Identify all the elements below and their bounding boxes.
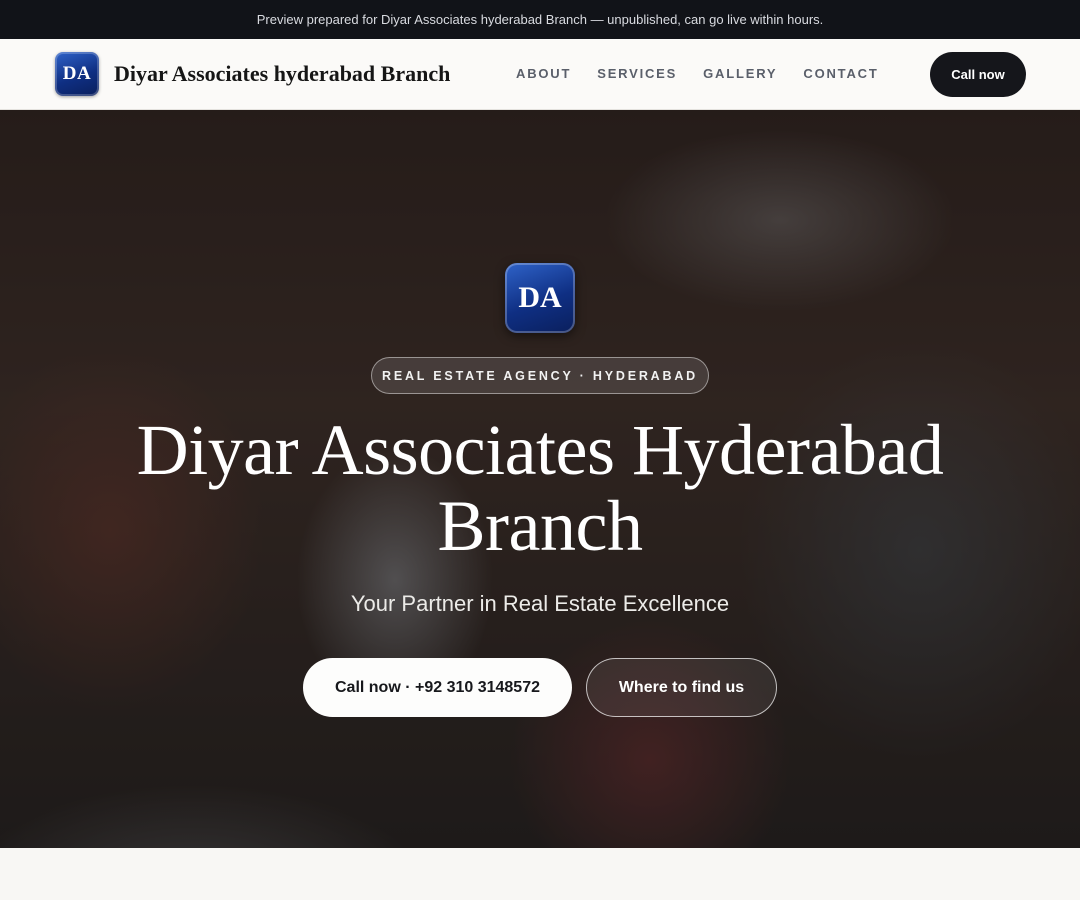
hero-subtitle: Your Partner in Real Estate Excellence: [350, 591, 730, 616]
hero-logo: DA: [505, 263, 575, 333]
hero-tagline: REAL ESTATE AGENCY · HYDERABAD: [371, 357, 709, 394]
header-call-button[interactable]: Call now: [930, 52, 1026, 97]
preview-banner: Preview prepared for Diyar Associates hy…: [0, 0, 1080, 39]
nav-services[interactable]: SERVICES: [597, 66, 677, 81]
hero-call-button[interactable]: Call now · +92 310 3148572: [303, 658, 572, 717]
nav-gallery[interactable]: GALLERY: [703, 66, 777, 81]
brand-name[interactable]: Diyar Associates hyderabad Branch: [114, 61, 450, 87]
main-nav: ABOUT SERVICES GALLERY CONTACT: [516, 66, 879, 81]
site-header: DA Diyar Associates hyderabad Branch ABO…: [0, 39, 1080, 110]
brand-logo[interactable]: DA: [55, 52, 99, 96]
nav-contact[interactable]: CONTACT: [803, 66, 878, 81]
nav-about[interactable]: ABOUT: [516, 66, 571, 81]
where-to-find-us-button[interactable]: Where to find us: [586, 658, 777, 717]
preview-banner-text: Preview prepared for Diyar Associates hy…: [256, 12, 824, 27]
next-section: [0, 848, 1080, 900]
hero-section: DA REAL ESTATE AGENCY · HYDERABAD Diyar …: [0, 110, 1080, 848]
hero-title: Diyar Associates Hyderabad Branch: [136, 410, 944, 566]
